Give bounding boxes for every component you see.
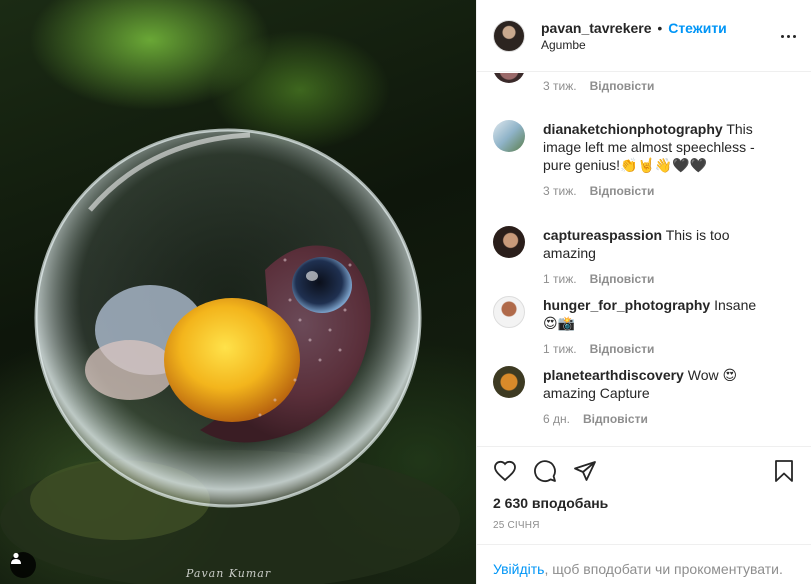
post-header: pavan_tavrekere • Стежити Agumbe	[477, 0, 811, 72]
comment-item: hunger_for_photography Insane 😍📸 1 тиж. …	[493, 296, 793, 356]
comment-avatar[interactable]	[493, 366, 525, 398]
author-avatar[interactable]	[493, 19, 525, 52]
post-date[interactable]: 25 СІЧНЯ	[493, 520, 540, 531]
heart-icon[interactable]	[493, 459, 517, 483]
post-location[interactable]: Agumbe	[541, 38, 727, 52]
reply-button[interactable]: Відповісти	[590, 79, 655, 93]
comment-item: captureaspassion This is too amazing 1 т…	[493, 226, 793, 286]
comment-time[interactable]: 3 тиж.	[543, 184, 577, 198]
comment-avatar[interactable]	[493, 120, 525, 152]
comment-time[interactable]: 1 тиж.	[543, 342, 577, 356]
comment-username[interactable]: hunger_for_photography	[543, 297, 710, 313]
reply-button[interactable]: Відповісти	[590, 342, 655, 356]
reply-button[interactable]: Відповісти	[583, 412, 648, 426]
reply-button[interactable]: Відповісти	[590, 184, 655, 198]
comment-username[interactable]: dianaketchionphotography	[543, 121, 723, 137]
comment-item: 3 тиж. Відповісти	[493, 73, 793, 93]
more-options-icon[interactable]	[778, 26, 798, 46]
photo-signature: Pavan Kumar	[186, 567, 272, 580]
comment-item: dianaketchionphotography This image left…	[493, 120, 793, 198]
comment-username[interactable]: planetearthdiscovery	[543, 367, 684, 383]
frog-egg-illustration	[0, 128, 460, 584]
user-tag-icon[interactable]	[10, 552, 36, 578]
bookmark-icon[interactable]	[772, 459, 796, 483]
comment-avatar[interactable]	[493, 226, 525, 258]
comment-avatar[interactable]	[493, 73, 525, 83]
post-side-panel: pavan_tavrekere • Стежити Agumbe 3 тиж. …	[476, 0, 811, 584]
comment-time[interactable]: 1 тиж.	[543, 272, 577, 286]
post-photo[interactable]: Pavan Kumar	[0, 0, 476, 584]
login-prompt: Увійдіть, щоб вподобати чи прокоментуват…	[477, 544, 811, 584]
follow-button[interactable]: Стежити	[668, 20, 727, 36]
author-username[interactable]: pavan_tavrekere	[541, 20, 652, 36]
reply-button[interactable]: Відповісти	[590, 272, 655, 286]
comment-avatar[interactable]	[493, 296, 525, 328]
separator-dot: •	[657, 20, 663, 36]
comment-item: planetearthdiscovery Wow 😍 amazing Captu…	[493, 366, 793, 426]
post-actions: 2 630 вподобань 25 СІЧНЯ	[477, 446, 811, 544]
login-link[interactable]: Увійдіть	[493, 561, 544, 577]
comment-icon[interactable]	[533, 459, 557, 483]
comment-time[interactable]: 3 тиж.	[543, 79, 577, 93]
likes-count[interactable]: 2 630 вподобань	[493, 495, 608, 511]
login-prompt-text: , щоб вподобати чи прокоментувати.	[544, 561, 783, 577]
comment-time[interactable]: 6 дн.	[543, 412, 570, 426]
share-icon[interactable]	[573, 459, 597, 483]
comments-list[interactable]: 3 тиж. Відповісти dianaketchionphotograp…	[477, 73, 811, 446]
comment-username[interactable]: captureaspassion	[543, 227, 662, 243]
